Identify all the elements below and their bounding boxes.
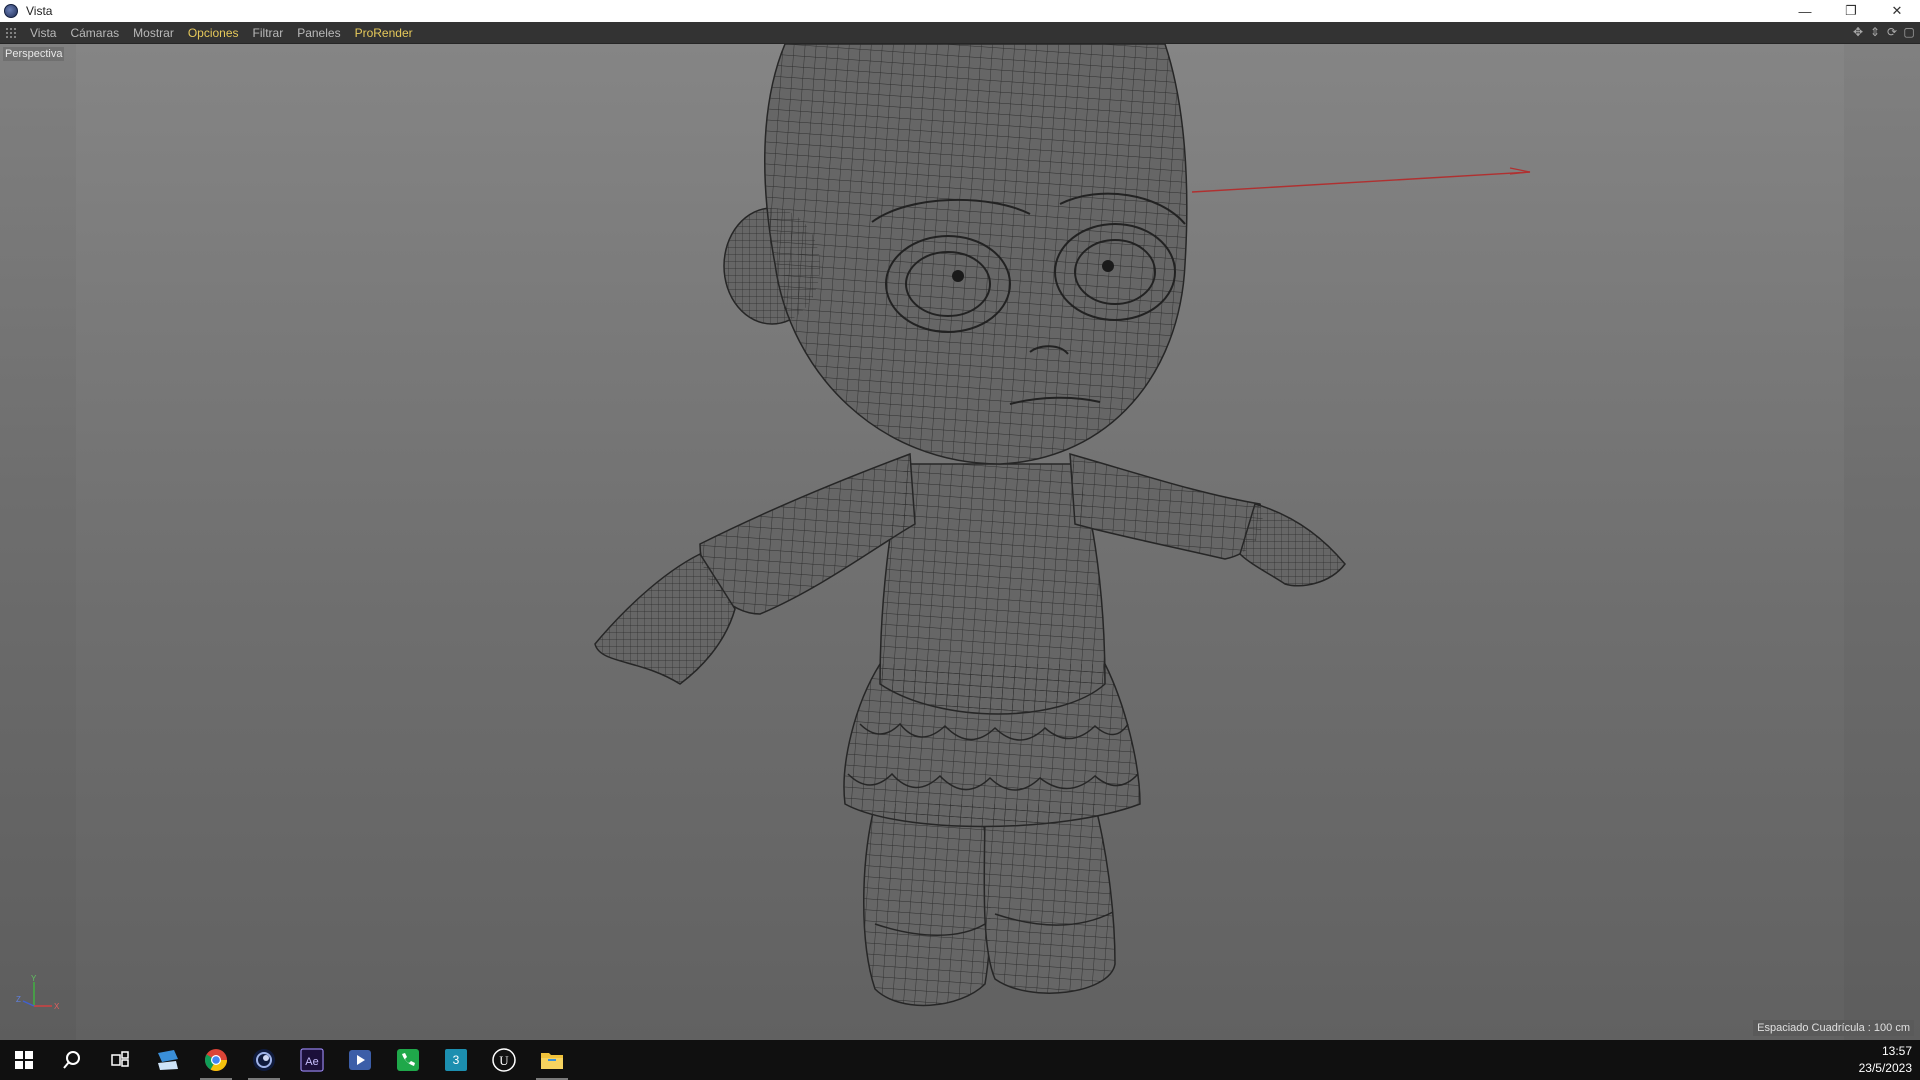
windows-start-icon[interactable] [0,1040,48,1080]
axis-y-label: Y [31,974,37,983]
unreal-engine-label: U [499,1053,509,1068]
clock-time: 13:57 [1881,1044,1912,1058]
window-controls: — ❐ ✕ [1782,0,1920,22]
grid-spacing-label: Espaciado Cuadrícula : 100 cm [1753,1020,1914,1036]
viewport-menu-bar: Vista Cámaras Mostrar Opciones Filtrar P… [0,22,1920,44]
axis-z-label: Z [16,995,21,1004]
phone-app-icon[interactable] [384,1040,432,1080]
window-title: Vista [26,4,53,18]
menu-vista[interactable]: Vista [23,26,63,40]
media-player-icon[interactable] [336,1040,384,1080]
clock-date: 23/5/2023 [1858,1061,1912,1075]
toggle-view-icon[interactable]: ▢ [1902,25,1916,39]
task-view-icon[interactable] [96,1040,144,1080]
3dsmax-label: 3 [453,1053,460,1067]
file-transfer-icon[interactable] [144,1040,192,1080]
unreal-engine-icon[interactable]: U [480,1040,528,1080]
file-explorer-icon[interactable] [528,1040,576,1080]
move-view-icon[interactable]: ✥ [1851,25,1865,39]
menu-camaras[interactable]: Cámaras [63,26,126,40]
menu-opciones[interactable]: Opciones [181,26,246,40]
viewport-nav-icons: ✥ ⇕ ⟳ ▢ [1851,25,1916,39]
zoom-view-icon[interactable]: ⇕ [1868,25,1882,39]
axis-x-label: X [54,1002,60,1011]
windows-taskbar: Ae 3 U 13:57 23/5/2023 [0,1040,1920,1080]
chrome-icon[interactable] [192,1040,240,1080]
restore-icon[interactable]: ❐ [1828,0,1874,22]
axis-gizmo: Y Z X [16,974,60,1011]
close-icon[interactable]: ✕ [1874,0,1920,22]
menu-paneles[interactable]: Paneles [290,26,347,40]
after-effects-label: Ae [305,1056,318,1068]
system-clock[interactable]: 13:57 23/5/2023 [1859,1043,1912,1077]
minimize-icon[interactable]: — [1782,0,1828,22]
search-icon[interactable] [48,1040,96,1080]
3d-viewport[interactable]: Perspectiva Y Z X Espaciado Cuadrícula :… [0,44,1920,1040]
cinema4d-app-icon [4,4,18,18]
view-label: Perspectiva [3,47,65,61]
title-bar: Vista — ❐ ✕ [0,0,1920,22]
menu-prorender[interactable]: ProRender [348,26,420,40]
after-effects-icon[interactable]: Ae [288,1040,336,1080]
3dsmax-icon[interactable]: 3 [432,1040,480,1080]
grip-icon[interactable] [5,26,17,39]
cinema4d-icon[interactable] [240,1040,288,1080]
rotate-view-icon[interactable]: ⟳ [1885,25,1899,39]
menu-mostrar[interactable]: Mostrar [126,26,181,40]
menu-filtrar[interactable]: Filtrar [246,26,291,40]
character-wireframe[interactable] [0,44,1920,1040]
